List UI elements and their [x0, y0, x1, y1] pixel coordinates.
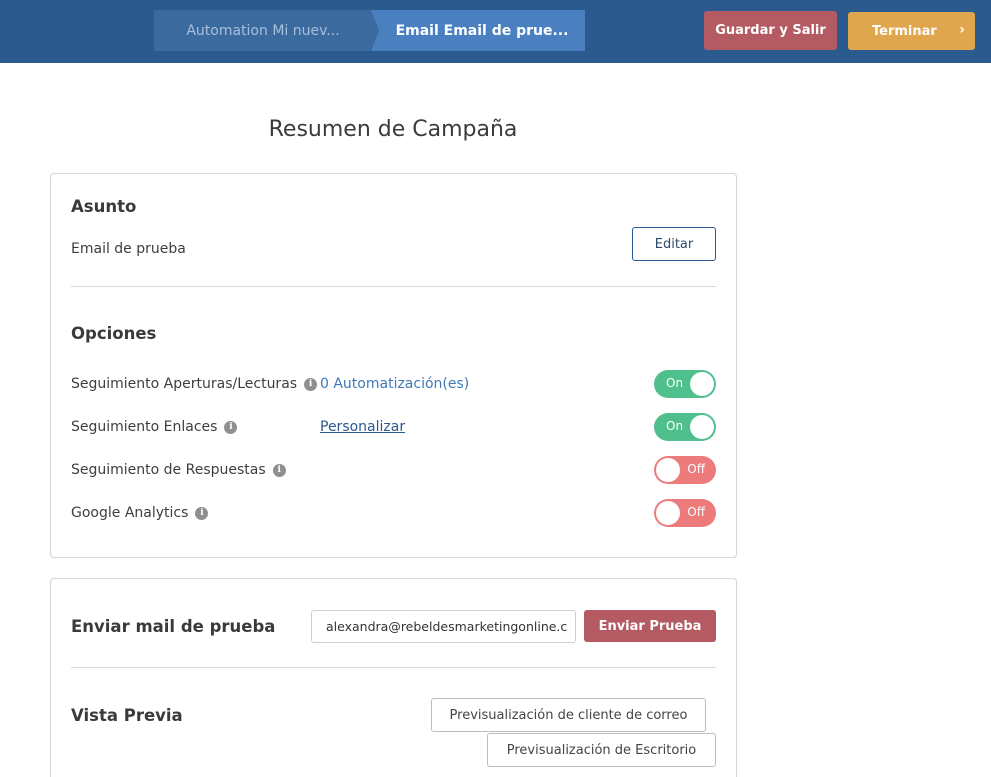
divider: [71, 286, 716, 287]
toggle-knob: [656, 501, 680, 525]
top-bar: Automation Mi nuev... Email Email de pru…: [0, 0, 991, 63]
desktop-preview-button[interactable]: Previsualización de Escritorio: [487, 733, 716, 767]
test-email-input[interactable]: [311, 610, 576, 643]
edit-subject-button[interactable]: Editar: [632, 227, 716, 261]
open-tracking-toggle[interactable]: On: [654, 370, 716, 398]
breadcrumb-email[interactable]: Email Email de prue...: [371, 10, 585, 51]
toggle-state-label: On: [666, 419, 684, 433]
option-label-text: Seguimiento Enlaces: [71, 419, 218, 435]
finish-button[interactable]: Terminar ›: [848, 12, 975, 50]
subject-heading: Asunto: [71, 197, 137, 216]
option-reply-tracking-label: Seguimiento de Respuestas i: [71, 462, 286, 478]
breadcrumb-automation[interactable]: Automation Mi nuev...: [154, 10, 384, 51]
page-title: Resumen de Campaña: [268, 117, 518, 142]
option-google-analytics-label: Google Analytics i: [71, 505, 209, 521]
option-label-text: Seguimiento Aperturas/Lecturas: [71, 376, 298, 392]
info-icon[interactable]: i: [195, 506, 209, 520]
option-label-text: Seguimiento de Respuestas: [71, 462, 266, 478]
option-open-tracking-label: Seguimiento Aperturas/Lecturas i: [71, 376, 318, 392]
chevron-right-icon: ›: [959, 22, 965, 38]
toggle-state-label: Off: [687, 462, 705, 476]
info-icon[interactable]: i: [224, 420, 238, 434]
info-icon[interactable]: i: [272, 463, 286, 477]
toggle-knob: [656, 458, 680, 482]
send-test-button[interactable]: Enviar Prueba: [584, 610, 716, 642]
option-link-tracking-label: Seguimiento Enlaces i: [71, 419, 238, 435]
automations-link[interactable]: 0 Automatización(es): [320, 376, 469, 392]
google-analytics-toggle[interactable]: Off: [654, 499, 716, 527]
finish-button-label: Terminar: [872, 23, 937, 39]
subject-value: Email de prueba: [71, 241, 186, 257]
save-and-exit-button[interactable]: Guardar y Salir: [704, 11, 837, 50]
info-icon[interactable]: i: [304, 377, 318, 391]
reply-tracking-toggle[interactable]: Off: [654, 456, 716, 484]
customize-link[interactable]: Personalizar: [320, 419, 405, 435]
toggle-state-label: Off: [687, 505, 705, 519]
option-label-text: Google Analytics: [71, 505, 189, 521]
options-heading: Opciones: [71, 324, 157, 343]
toggle-state-label: On: [666, 376, 684, 390]
campaign-summary-card: Asunto Email de prueba Editar Opciones S…: [50, 173, 737, 558]
divider: [71, 667, 716, 668]
toggle-knob: [690, 415, 714, 439]
link-tracking-toggle[interactable]: On: [654, 413, 716, 441]
preview-heading: Vista Previa: [71, 706, 183, 725]
test-and-preview-card: Enviar mail de prueba Enviar Prueba Vist…: [50, 578, 737, 777]
toggle-knob: [690, 372, 714, 396]
send-test-heading: Enviar mail de prueba: [71, 617, 276, 636]
email-client-preview-button[interactable]: Previsualización de cliente de correo: [431, 698, 706, 732]
